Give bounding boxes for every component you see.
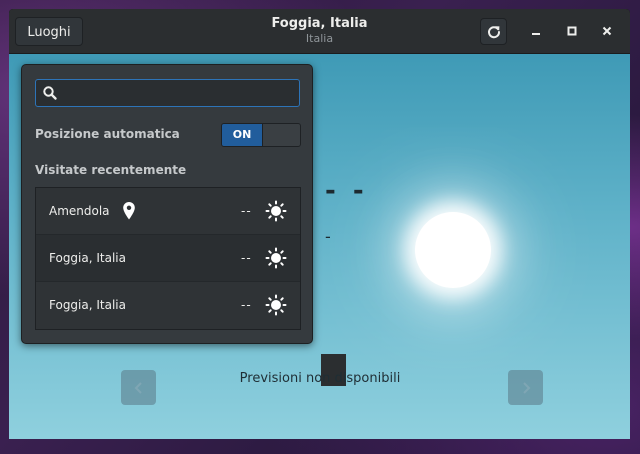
headerbar: Luoghi Foggia, Italia Italia	[9, 9, 630, 54]
location-temperature: --	[241, 298, 252, 312]
minimize-button[interactable]	[528, 23, 544, 39]
map-pin-icon	[123, 202, 135, 220]
current-condition: -	[325, 227, 331, 246]
search-icon	[42, 85, 58, 101]
places-button[interactable]: Luoghi	[15, 17, 83, 46]
forecast-message: Previsioni non disponibili	[239, 371, 401, 386]
places-popover: Posizione automatica ON Visitate recente…	[21, 64, 313, 344]
auto-location-switch[interactable]: ON	[221, 123, 301, 147]
auto-location-label: Posizione automatica	[35, 127, 180, 141]
close-button[interactable]	[599, 23, 615, 39]
location-name: Foggia, Italia	[49, 251, 126, 265]
sun-icon	[265, 294, 287, 316]
current-temperature: - -	[325, 176, 368, 206]
search-input[interactable]	[62, 82, 296, 106]
location-temperature: --	[241, 204, 252, 218]
search-field[interactable]	[35, 79, 300, 107]
sun-icon	[265, 200, 287, 222]
list-item[interactable]: Foggia, Italia --	[36, 282, 300, 329]
maximize-button[interactable]	[564, 23, 580, 39]
recent-label: Visitate recentemente	[35, 163, 187, 177]
refresh-icon	[487, 25, 500, 38]
switch-knob[interactable]	[262, 124, 300, 146]
location-name: Amendola	[49, 204, 110, 218]
location-name: Foggia, Italia	[49, 298, 126, 312]
close-icon	[602, 26, 612, 36]
list-item[interactable]: Amendola --	[36, 188, 300, 235]
location-temperature: --	[241, 251, 252, 265]
switch-on-label: ON	[222, 124, 262, 146]
sun-graphic	[415, 212, 491, 288]
minimize-icon	[532, 33, 540, 35]
sun-icon	[265, 247, 287, 269]
recent-locations-list: Amendola -- Foggia, Italia -- Foggia, It…	[35, 187, 301, 330]
maximize-icon	[567, 26, 577, 36]
list-item[interactable]: Foggia, Italia --	[36, 235, 300, 282]
refresh-button[interactable]	[480, 18, 507, 45]
